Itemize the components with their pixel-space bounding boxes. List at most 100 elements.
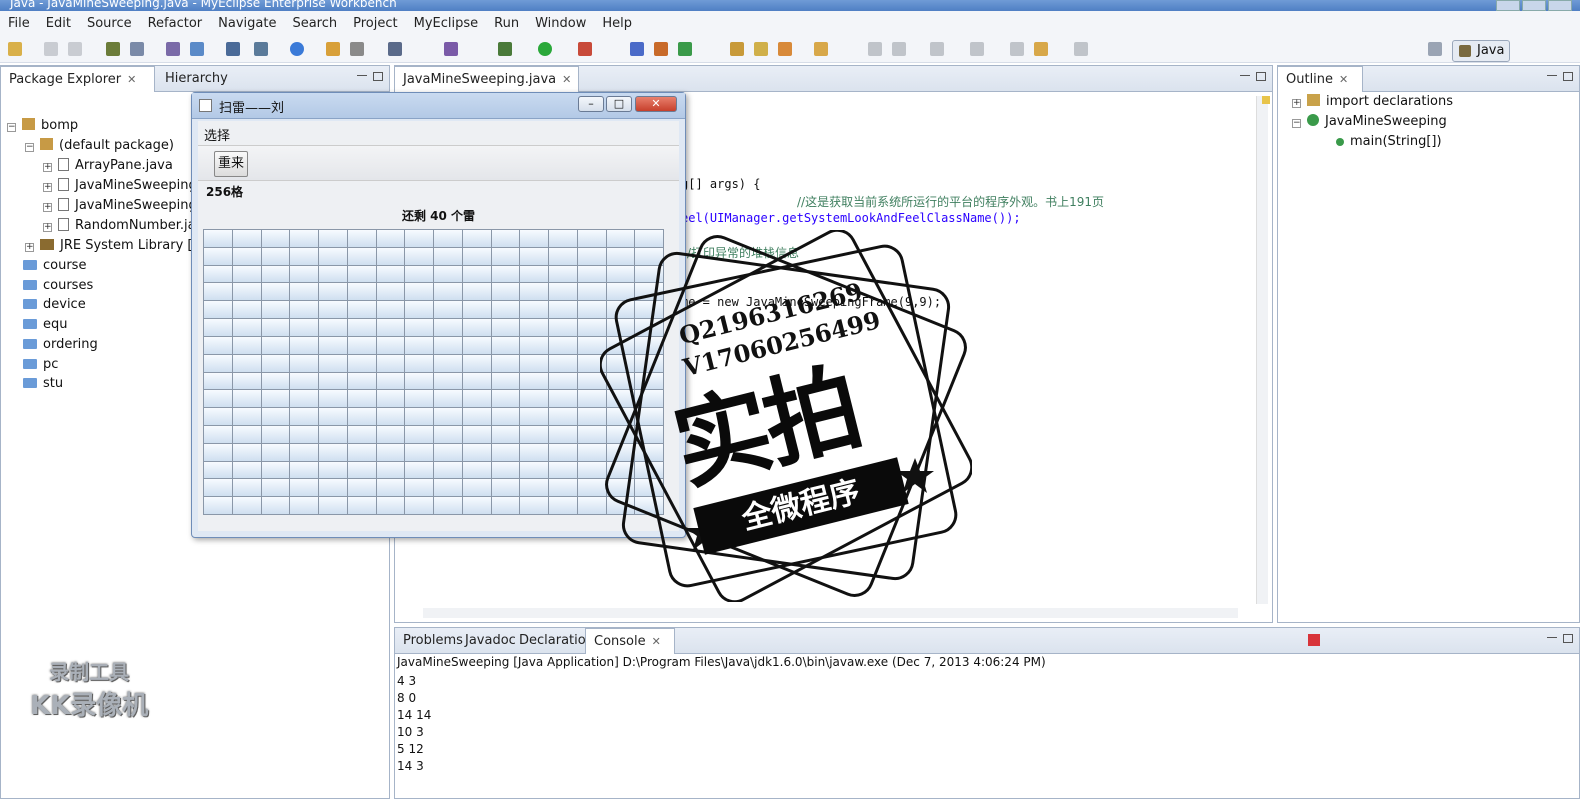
- minimize-view-icon[interactable]: [357, 75, 367, 78]
- mine-cell[interactable]: [549, 425, 577, 443]
- mine-cell[interactable]: [462, 265, 491, 283]
- mine-cell[interactable]: [290, 443, 318, 461]
- mine-cell[interactable]: [376, 265, 405, 283]
- prev-annotation-icon[interactable]: [970, 42, 984, 56]
- menu-file[interactable]: File: [0, 16, 38, 31]
- mine-cell[interactable]: [549, 283, 577, 301]
- code-line-comment-platform[interactable]: //这是获取当前系统所运行的平台的程序外观。书上191页: [797, 193, 1104, 210]
- mine-cell[interactable]: [347, 443, 376, 461]
- web-project-icon[interactable]: [226, 42, 240, 56]
- ejb-icon[interactable]: [254, 42, 268, 56]
- close-button[interactable]: ✕: [635, 96, 677, 112]
- mine-cell[interactable]: [261, 390, 290, 408]
- mine-cell[interactable]: [347, 461, 376, 479]
- minimize-view-icon[interactable]: [1547, 637, 1557, 640]
- minimize-button[interactable]: –: [578, 96, 604, 112]
- mine-cell[interactable]: [520, 425, 548, 443]
- mine-cell[interactable]: [520, 301, 548, 319]
- mine-cell[interactable]: [204, 283, 232, 301]
- mine-cell[interactable]: [434, 283, 462, 301]
- mine-cell[interactable]: [232, 390, 261, 408]
- mine-cell[interactable]: [405, 283, 433, 301]
- mine-cell[interactable]: [491, 372, 520, 390]
- mine-cell[interactable]: [204, 247, 232, 265]
- new-class-icon[interactable]: [630, 42, 644, 56]
- mine-cell[interactable]: [520, 336, 548, 354]
- open-folder-icon[interactable]: [326, 42, 340, 56]
- open-task-icon[interactable]: [814, 42, 828, 56]
- mine-cell[interactable]: [204, 479, 232, 497]
- mine-cell[interactable]: [319, 479, 347, 497]
- mine-cell[interactable]: [232, 301, 261, 319]
- mine-cell[interactable]: [319, 425, 347, 443]
- mine-cell[interactable]: [405, 336, 433, 354]
- mine-cell[interactable]: [376, 230, 405, 247]
- mine-cell[interactable]: [462, 443, 491, 461]
- mine-cell[interactable]: [290, 301, 318, 319]
- mine-cell[interactable]: [491, 283, 520, 301]
- mine-cell[interactable]: [376, 390, 405, 408]
- mine-cell[interactable]: [261, 354, 290, 372]
- mine-cell[interactable]: [232, 265, 261, 283]
- maximize-view-icon[interactable]: [1563, 72, 1573, 81]
- outline-item-imports[interactable]: + import declarations: [1292, 92, 1453, 112]
- coverage-icon[interactable]: [578, 42, 592, 56]
- mine-cell[interactable]: [549, 247, 577, 265]
- editor-vertical-scrollbar[interactable]: [1256, 96, 1268, 604]
- mine-cell[interactable]: [520, 479, 548, 497]
- mine-cell[interactable]: [405, 319, 433, 336]
- tree-item-pc[interactable]: pc: [23, 355, 58, 375]
- mine-cell[interactable]: [204, 425, 232, 443]
- mine-cell[interactable]: [376, 283, 405, 301]
- mine-cell[interactable]: [549, 372, 577, 390]
- mine-cell[interactable]: [405, 230, 433, 247]
- mine-cell[interactable]: [520, 354, 548, 372]
- mine-cell[interactable]: [520, 283, 548, 301]
- open-resource-icon[interactable]: [754, 42, 768, 56]
- console-line[interactable]: 10 3: [397, 725, 424, 739]
- console-line[interactable]: 4 3: [397, 674, 416, 688]
- mine-cell[interactable]: [462, 372, 491, 390]
- mine-cell[interactable]: [232, 247, 261, 265]
- mine-cell[interactable]: [462, 497, 491, 514]
- globe-icon[interactable]: [290, 42, 304, 56]
- mine-cell[interactable]: [319, 461, 347, 479]
- mine-cell[interactable]: [520, 408, 548, 425]
- close-window-button[interactable]: [1548, 0, 1572, 11]
- tree-item-default-package[interactable]: − (default package): [25, 136, 174, 156]
- mine-cell[interactable]: [347, 301, 376, 319]
- mine-cell[interactable]: [434, 443, 462, 461]
- mine-cell[interactable]: [491, 336, 520, 354]
- mine-cell[interactable]: [290, 461, 318, 479]
- mine-cell[interactable]: [376, 461, 405, 479]
- maximize-button[interactable]: □: [606, 96, 632, 112]
- mine-cell[interactable]: [319, 283, 347, 301]
- tree-item-device[interactable]: device: [23, 295, 86, 315]
- mine-cell[interactable]: [376, 372, 405, 390]
- mine-cell[interactable]: [434, 425, 462, 443]
- mine-cell[interactable]: [462, 479, 491, 497]
- mine-cell[interactable]: [434, 390, 462, 408]
- mine-cell[interactable]: [319, 336, 347, 354]
- mine-cell[interactable]: [261, 425, 290, 443]
- mine-cell[interactable]: [462, 301, 491, 319]
- next-annotation-icon[interactable]: [930, 42, 944, 56]
- mine-cell[interactable]: [549, 390, 577, 408]
- menu-search[interactable]: Search: [284, 16, 345, 31]
- mine-cell[interactable]: [204, 443, 232, 461]
- mine-cell[interactable]: [520, 230, 548, 247]
- mine-cell[interactable]: [405, 461, 433, 479]
- tab-outline[interactable]: Outline ✕: [1277, 66, 1363, 92]
- close-icon[interactable]: ✕: [562, 73, 571, 86]
- warning-marker-icon[interactable]: [1262, 96, 1270, 104]
- run-icon[interactable]: [538, 42, 552, 56]
- mine-cell[interactable]: [204, 301, 232, 319]
- tab-package-explorer[interactable]: Package Explorer ✕: [0, 66, 155, 92]
- mine-cell[interactable]: [261, 497, 290, 514]
- mine-cell[interactable]: [434, 372, 462, 390]
- mine-cell[interactable]: [319, 354, 347, 372]
- mine-cell[interactable]: [462, 461, 491, 479]
- mine-cell[interactable]: [204, 461, 232, 479]
- console-line[interactable]: 14 3: [397, 759, 424, 773]
- mine-cell[interactable]: [319, 497, 347, 514]
